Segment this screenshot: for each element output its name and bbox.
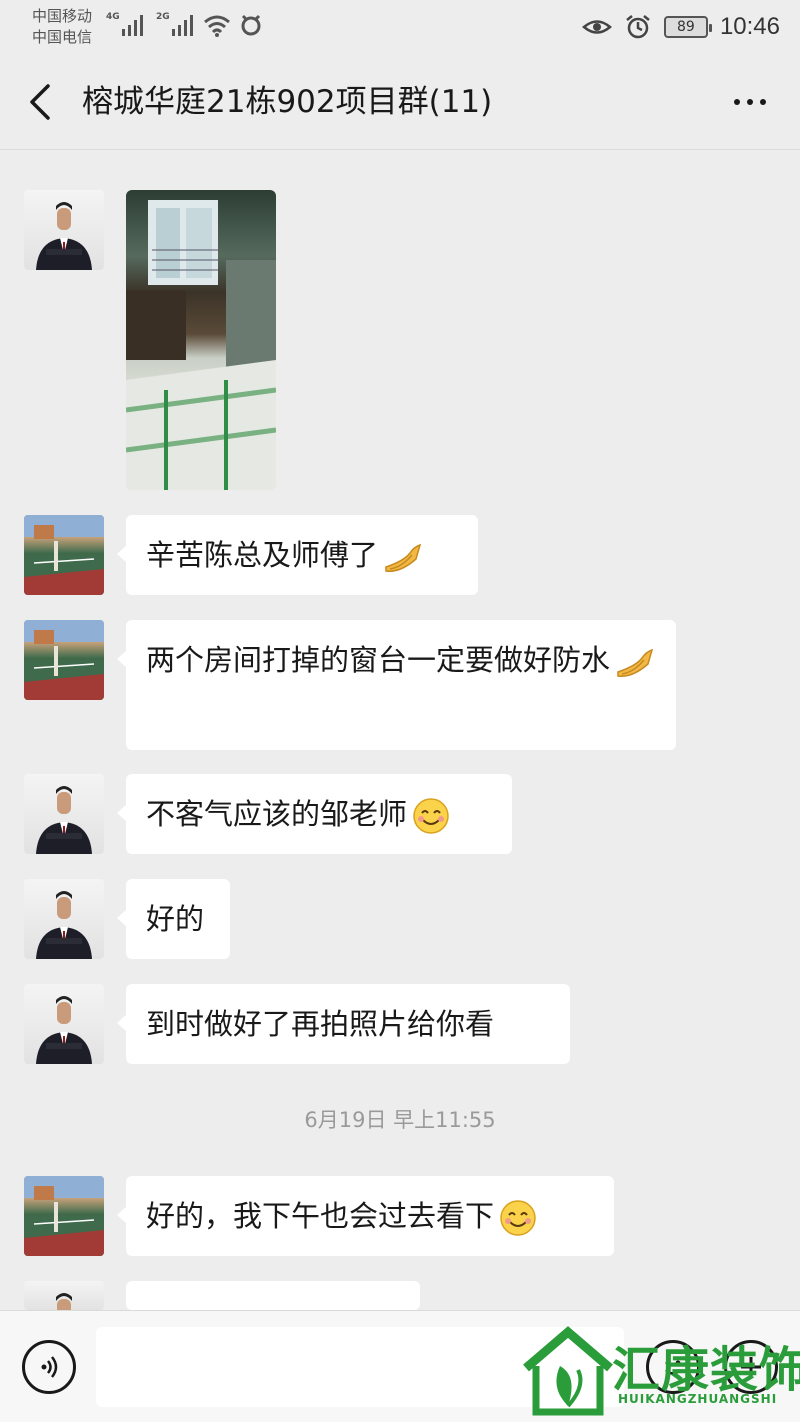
back-button[interactable] [18,80,62,124]
more-dot-icon [747,99,753,105]
signal-1-label: 4G [106,12,120,22]
smile-icon [500,1200,536,1236]
message-text: 到时做好了再拍照片给你看 [146,1007,495,1041]
carrier-info: 中国移动 中国电信 [32,6,92,48]
man-in-suit-avatar-icon [36,786,92,854]
man-in-suit-avatar-icon [36,996,92,1064]
message-bubble[interactable] [117,1281,420,1329]
more-dot-icon [760,99,766,105]
message-bubble[interactable]: 到时做好了再拍照片给你看 [117,984,570,1064]
message-text: 好的，我下午也会过去看下 [146,1199,495,1233]
status-right: 89 10:46 [582,10,780,44]
house-leaf-logo-icon [523,1326,613,1416]
sports-court-avatar-icon [24,515,104,595]
company-watermark: 汇康装饰 HUIKANGZHUANGSHI [520,1326,800,1416]
avatar[interactable] [24,984,104,1064]
pray-icon [617,648,654,677]
avatar[interactable] [24,879,104,959]
avatar[interactable] [24,515,104,595]
alarm-icon [626,15,650,39]
message-bubble[interactable]: 辛苦陈总及师傅了 [117,515,478,595]
avatar[interactable] [24,1176,104,1256]
message-text: 辛苦陈总及师傅了 [146,538,379,572]
avatar[interactable] [24,1281,104,1310]
carrier-1: 中国移动 [32,7,93,25]
message-timestamp: 6月19日 早上11:55 [304,1108,496,1132]
signal-2-label: 2G [156,12,170,22]
sports-court-avatar-icon [24,620,104,700]
eye-icon [582,20,612,34]
avatar[interactable] [24,190,104,270]
chat-title: 榕城华庭21栋902项目群(11) [82,84,493,120]
message-bubble[interactable]: 好的，我下午也会过去看下 [117,1176,614,1256]
sports-court-avatar-icon [24,1176,104,1256]
message-bubble[interactable]: 两个房间打掉的窗台一定要做好防水 [117,620,676,750]
man-in-suit-avatar-icon [36,891,92,959]
message-bubble[interactable]: 好的 [117,879,230,959]
notification-icon [241,14,261,36]
status-bar: 中国移动 中国电信 4G 2G 89 10:46 [0,0,800,54]
title-bar: 榕城华庭21栋902项目群(11) [0,54,800,150]
signal-2g-icon [172,15,193,36]
man-in-suit-avatar-icon [56,1293,72,1310]
pray-icon [385,543,422,572]
watermark-subtitle: HUIKANGZHUANGSHI [618,1392,778,1406]
more-options-button[interactable] [724,82,776,122]
message-text: 两个房间打掉的窗台一定要做好防水 [146,643,611,677]
voice-button[interactable] [22,1340,76,1394]
battery-icon: 89 [663,16,712,38]
message-bubble[interactable]: 不客气应该的邹老师 [117,774,512,854]
message-text: 不客气应该的邹老师 [146,797,408,831]
more-dot-icon [734,99,740,105]
avatar[interactable] [24,774,104,854]
wifi-icon [204,15,230,37]
man-in-suit-avatar-icon [36,202,92,270]
watermark-text: 汇康装饰 [612,1342,800,1398]
chevron-left-icon [30,84,50,120]
renovation-photo-icon [126,200,276,490]
carrier-2: 中国电信 [32,28,93,46]
signal-4g-icon [122,15,143,36]
message-text: 好的 [146,902,205,936]
smile-icon [413,798,449,834]
message-photo[interactable] [126,190,276,490]
avatar[interactable] [24,620,104,700]
clock: 10:46 [719,13,780,40]
voice-icon [41,1356,58,1378]
